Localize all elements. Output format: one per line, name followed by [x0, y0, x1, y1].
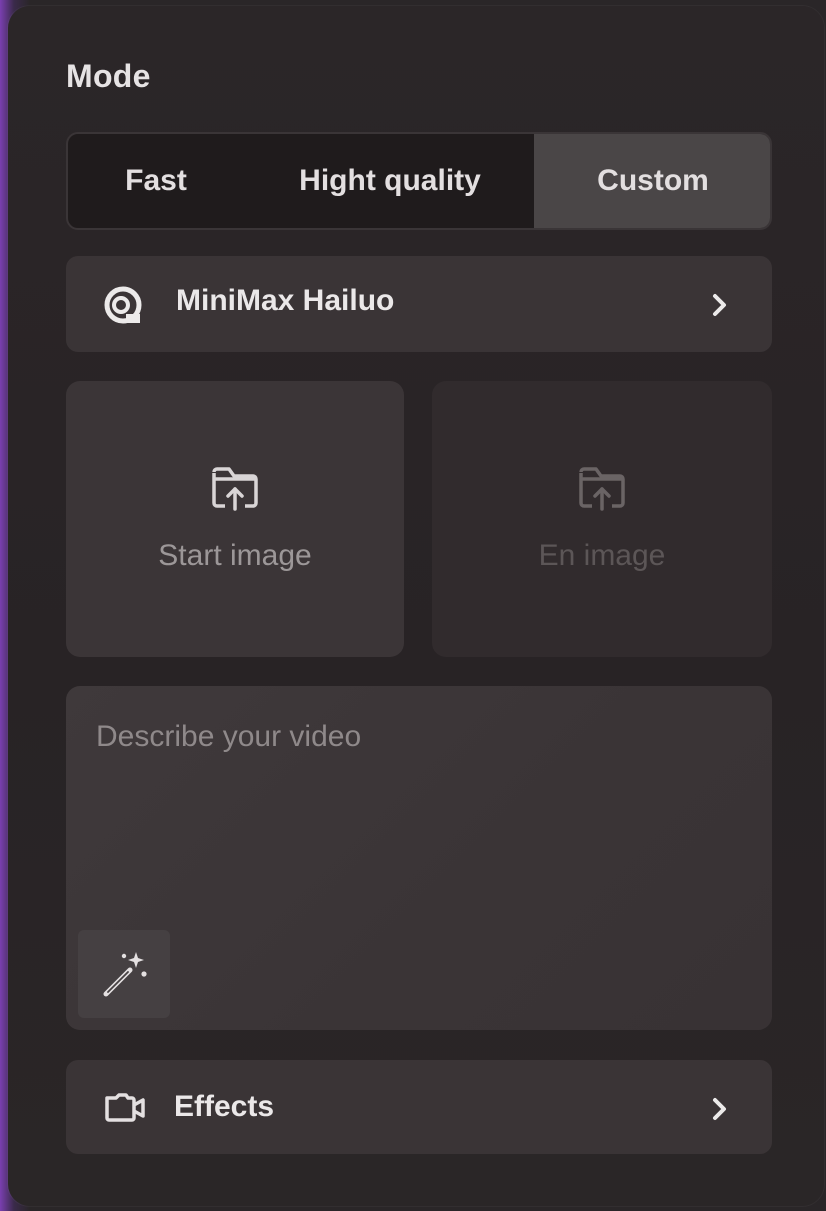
model-selector[interactable]: MiniMax Hailuo [66, 256, 772, 352]
mode-option-high-quality[interactable]: Hight quality [244, 134, 536, 228]
enhance-prompt-button[interactable] [78, 930, 170, 1018]
prompt-box [66, 686, 772, 1030]
mode-heading: Mode [66, 58, 151, 94]
end-image-upload[interactable]: En image [432, 381, 772, 657]
end-image-label: En image [538, 539, 666, 572]
video-camera-icon [105, 1093, 145, 1122]
start-image-upload[interactable]: Start image [66, 381, 404, 657]
magic-wand-icon [103, 952, 147, 997]
minimax-logo-icon [104, 286, 142, 324]
folder-upload-icon [579, 467, 625, 511]
video-settings-panel: Mode Fast Hight quality Custom MiniMax H… [8, 6, 824, 1206]
chevron-right-icon [713, 1098, 726, 1120]
model-name: MiniMax Hailuo [176, 284, 395, 317]
folder-upload-icon [212, 467, 258, 511]
video-description-input[interactable] [94, 718, 738, 922]
mode-option-custom[interactable]: Custom [534, 134, 770, 228]
mode-segmented-control: Fast Hight quality Custom [66, 132, 772, 230]
effects-selector[interactable]: Effects [66, 1060, 772, 1154]
mode-option-fast[interactable]: Fast [68, 134, 244, 228]
chevron-right-icon [713, 294, 726, 316]
effects-label: Effects [174, 1090, 275, 1123]
start-image-label: Start image [158, 539, 312, 572]
